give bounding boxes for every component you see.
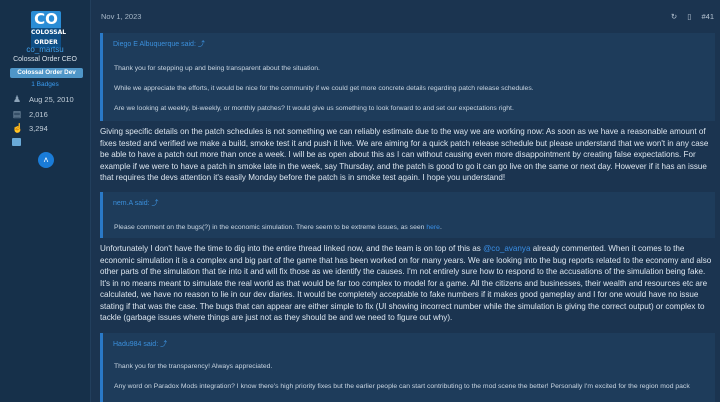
quote-1-paragraph: While we appreciate the efforts, it woul… xyxy=(114,85,534,92)
thumbs-up-icon: ☝ xyxy=(12,123,24,133)
username[interactable]: co_martsu xyxy=(0,45,90,54)
post-number[interactable]: #41 xyxy=(701,12,714,21)
joined-date: Aug 25, 2010 xyxy=(29,95,74,104)
arrow-up-icon[interactable]: ⤴ xyxy=(160,341,167,348)
reply-paragraph-2: Unfortunately I don't have the time to d… xyxy=(100,243,713,324)
messages-stat: ▤ 2,016 xyxy=(12,109,48,119)
forum-post: CO COLOSSAL ORDER co_martsu Colossal Ord… xyxy=(0,0,720,402)
quote-1-paragraph: Thank you for stepping up and being tran… xyxy=(114,65,320,72)
quote-author-3[interactable]: Hadu984 said: ⤴ xyxy=(113,339,167,349)
messages-count: 2,016 xyxy=(29,110,48,119)
logo-main-text: CO xyxy=(34,10,58,28)
reply-paragraph-1: Giving specific details on the patch sch… xyxy=(100,127,709,182)
quote-block-2: nem.A said: ⤴ Please comment on the bugs… xyxy=(100,192,715,238)
quote-block-3: Hadu984 said: ⤴ Thank you for the transp… xyxy=(100,333,715,402)
person-icon: ♟ xyxy=(12,94,22,104)
user-banner: Colossal Order Dev xyxy=(10,68,83,78)
quote-3-paragraph: Thank you for the transparency! Always a… xyxy=(114,363,273,370)
quote-block-1: Diego E Albuquerque said: ⤴ Thank you fo… xyxy=(100,33,715,121)
quote-2-link[interactable]: here xyxy=(426,224,440,231)
quote-2-text: Please comment on the bugs(?) in the eco… xyxy=(114,224,425,231)
avatar[interactable]: CO COLOSSAL ORDER xyxy=(31,10,66,48)
quote-2-paragraph: Please comment on the bugs(?) in the eco… xyxy=(114,224,442,231)
post-date[interactable]: Nov 1, 2023 xyxy=(101,12,141,21)
chevron-up-icon[interactable]: ˄ xyxy=(38,152,54,168)
quote-author-1[interactable]: Diego E Albuquerque said: ⤴ xyxy=(113,39,205,49)
quote-author-2[interactable]: nem.A said: ⤴ xyxy=(113,198,159,208)
arrow-up-icon[interactable]: ⤴ xyxy=(198,41,205,48)
quote-author-3-text: Hadu984 said: xyxy=(113,341,159,348)
user-sidebar: CO COLOSSAL ORDER co_martsu Colossal Ord… xyxy=(0,0,91,402)
reactions-stat: ☝ 3,294 xyxy=(12,123,48,133)
badge-icon[interactable] xyxy=(12,138,21,146)
reply-2-after: already commented. When it comes to the … xyxy=(100,244,712,322)
joined-stat: ♟ Aug 25, 2010 xyxy=(12,94,74,104)
quote-1-paragraph: Are we looking at weekly, bi-weekly, or … xyxy=(114,105,514,112)
quote-author-2-text: nem.A said: xyxy=(113,200,150,207)
bookmark-icon[interactable]: ▯ xyxy=(687,12,691,21)
badges-link[interactable]: 1 Badges xyxy=(0,81,90,88)
share-icon[interactable]: ↻ xyxy=(671,12,677,21)
arrow-up-icon[interactable]: ⤴ xyxy=(152,200,159,207)
post-actions: ↻ ▯ #41 xyxy=(663,12,714,21)
reactions-count: 3,294 xyxy=(29,124,48,133)
messages-icon: ▤ xyxy=(12,109,22,119)
user-title: Colossal Order CEO xyxy=(13,56,77,63)
reply-2-before: Unfortunately I don't have the time to d… xyxy=(100,244,481,253)
user-mention[interactable]: @co_avanya xyxy=(483,244,530,253)
quote-author-1-text: Diego E Albuquerque said: xyxy=(113,41,196,48)
post-content: Nov 1, 2023 ↻ ▯ #41 Diego E Albuquerque … xyxy=(91,0,720,402)
quote-3-paragraph: Any word on Paradox Mods integration? I … xyxy=(114,383,690,390)
